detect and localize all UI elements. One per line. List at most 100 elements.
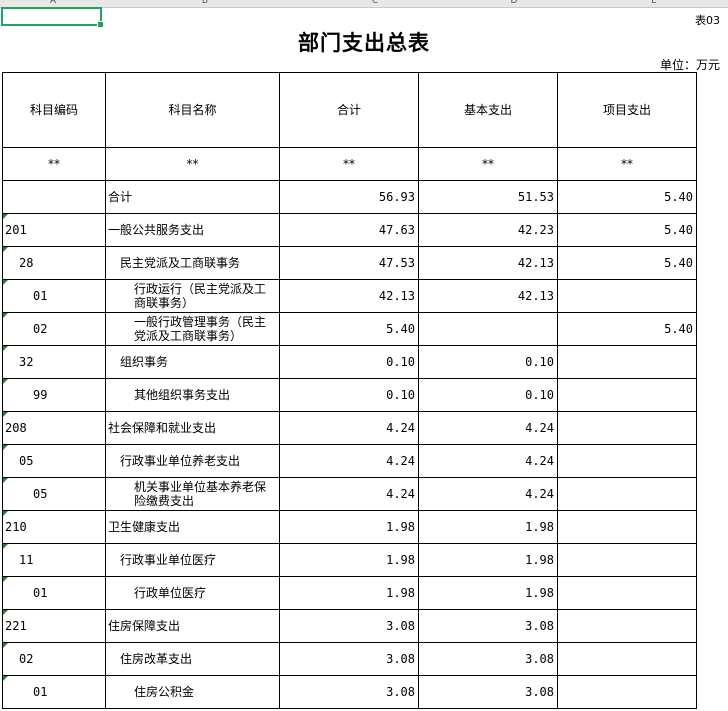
basic-cell[interactable]: 3.08 [418, 675, 558, 709]
column-header-bar[interactable]: A B C D E [0, 0, 728, 8]
name-cell[interactable]: 住房改革支出 [105, 642, 280, 676]
name-cell[interactable]: 组织事务 [105, 345, 280, 379]
project-cell[interactable] [557, 411, 697, 445]
code-cell[interactable]: 201 [2, 213, 106, 247]
code-cell[interactable]: 05 [2, 444, 106, 478]
basic-cell[interactable] [418, 312, 558, 346]
project-cell[interactable] [557, 378, 697, 412]
code-cell[interactable]: 02 [2, 642, 106, 676]
name-cell[interactable]: 卫生健康支出 [105, 510, 280, 544]
name-cell[interactable]: 合计 [105, 180, 280, 214]
star-cell[interactable]: ** [2, 147, 106, 181]
project-cell[interactable] [557, 543, 697, 577]
basic-cell[interactable]: 4.24 [418, 444, 558, 478]
project-cell[interactable]: 5.40 [557, 246, 697, 280]
basic-cell-text: 1.98 [525, 586, 554, 600]
code-cell[interactable]: 208 [2, 411, 106, 445]
project-cell-text: 5.40 [664, 190, 693, 204]
project-cell[interactable]: 5.40 [557, 312, 697, 346]
project-cell[interactable] [557, 279, 697, 313]
name-cell[interactable]: 行政事业单位养老支出 [105, 444, 280, 478]
name-cell[interactable]: 其他组织事务支出 [105, 378, 280, 412]
total-cell[interactable]: 4.24 [279, 477, 419, 511]
total-cell[interactable]: 42.13 [279, 279, 419, 313]
code-cell[interactable]: 01 [2, 576, 106, 610]
basic-cell[interactable]: 1.98 [418, 510, 558, 544]
code-cell[interactable]: 99 [2, 378, 106, 412]
project-cell[interactable] [557, 675, 697, 709]
column-letter-d[interactable]: D [504, 0, 524, 6]
total-cell[interactable]: 47.53 [279, 246, 419, 280]
code-cell[interactable]: 221 [2, 609, 106, 643]
project-cell[interactable] [557, 510, 697, 544]
code-cell[interactable]: 11 [2, 543, 106, 577]
star-cell[interactable]: ** [105, 147, 280, 181]
code-cell[interactable]: 210 [2, 510, 106, 544]
project-cell[interactable] [557, 609, 697, 643]
header-code[interactable]: 科目编码 [2, 72, 106, 148]
name-cell[interactable]: 住房公积金 [105, 675, 280, 709]
total-cell[interactable]: 1.98 [279, 576, 419, 610]
total-cell[interactable]: 3.08 [279, 642, 419, 676]
name-cell[interactable]: 民主党派及工商联事务 [105, 246, 280, 280]
total-cell[interactable]: 1.98 [279, 510, 419, 544]
project-cell[interactable] [557, 444, 697, 478]
basic-cell[interactable]: 3.08 [418, 642, 558, 676]
code-cell[interactable]: 01 [2, 675, 106, 709]
basic-cell[interactable]: 1.98 [418, 543, 558, 577]
header-project[interactable]: 项目支出 [557, 72, 697, 148]
name-cell[interactable]: 行政事业单位医疗 [105, 543, 280, 577]
basic-cell[interactable]: 4.24 [418, 411, 558, 445]
code-cell[interactable] [2, 180, 106, 214]
total-cell[interactable]: 3.08 [279, 609, 419, 643]
column-letter-c[interactable]: C [365, 0, 385, 6]
star-cell[interactable]: ** [418, 147, 558, 181]
code-cell[interactable]: 01 [2, 279, 106, 313]
project-cell[interactable] [557, 477, 697, 511]
basic-cell[interactable]: 4.24 [418, 477, 558, 511]
code-cell[interactable]: 05 [2, 477, 106, 511]
basic-cell[interactable]: 3.08 [418, 609, 558, 643]
star-cell[interactable]: ** [279, 147, 419, 181]
total-cell-text: 47.53 [378, 256, 415, 270]
total-cell[interactable]: 0.10 [279, 378, 419, 412]
name-cell[interactable]: 行政单位医疗 [105, 576, 280, 610]
code-cell[interactable]: 28 [2, 246, 106, 280]
total-cell[interactable]: 56.93 [279, 180, 419, 214]
code-cell[interactable]: 02 [2, 312, 106, 346]
active-cell-selection[interactable] [1, 7, 104, 28]
name-cell[interactable]: 一般公共服务支出 [105, 213, 280, 247]
column-letter-b[interactable]: B [195, 0, 215, 6]
total-cell[interactable]: 5.40 [279, 312, 419, 346]
name-cell[interactable]: 住房保障支出 [105, 609, 280, 643]
name-cell[interactable]: 机关事业单位基本养老保险缴费支出 [105, 477, 280, 511]
total-cell[interactable]: 47.63 [279, 213, 419, 247]
total-cell[interactable]: 4.24 [279, 444, 419, 478]
name-cell[interactable]: 社会保障和就业支出 [105, 411, 280, 445]
column-letter-a[interactable]: A [43, 0, 63, 6]
name-cell[interactable]: 一般行政管理事务（民主党派及工商联事务） [105, 312, 280, 346]
header-total[interactable]: 合计 [279, 72, 419, 148]
total-cell[interactable]: 3.08 [279, 675, 419, 709]
basic-cell[interactable]: 0.10 [418, 378, 558, 412]
project-cell[interactable] [557, 345, 697, 379]
column-letter-e[interactable]: E [644, 0, 664, 6]
code-cell[interactable]: 32 [2, 345, 106, 379]
header-name[interactable]: 科目名称 [105, 72, 280, 148]
project-cell[interactable] [557, 576, 697, 610]
basic-cell[interactable]: 42.23 [418, 213, 558, 247]
header-basic[interactable]: 基本支出 [418, 72, 558, 148]
name-cell[interactable]: 行政运行（民主党派及工商联事务） [105, 279, 280, 313]
basic-cell[interactable]: 42.13 [418, 279, 558, 313]
star-cell[interactable]: ** [557, 147, 697, 181]
project-cell[interactable] [557, 642, 697, 676]
total-cell[interactable]: 0.10 [279, 345, 419, 379]
project-cell[interactable]: 5.40 [557, 213, 697, 247]
total-cell[interactable]: 4.24 [279, 411, 419, 445]
basic-cell[interactable]: 51.53 [418, 180, 558, 214]
project-cell[interactable]: 5.40 [557, 180, 697, 214]
basic-cell[interactable]: 1.98 [418, 576, 558, 610]
basic-cell[interactable]: 42.13 [418, 246, 558, 280]
basic-cell[interactable]: 0.10 [418, 345, 558, 379]
total-cell[interactable]: 1.98 [279, 543, 419, 577]
